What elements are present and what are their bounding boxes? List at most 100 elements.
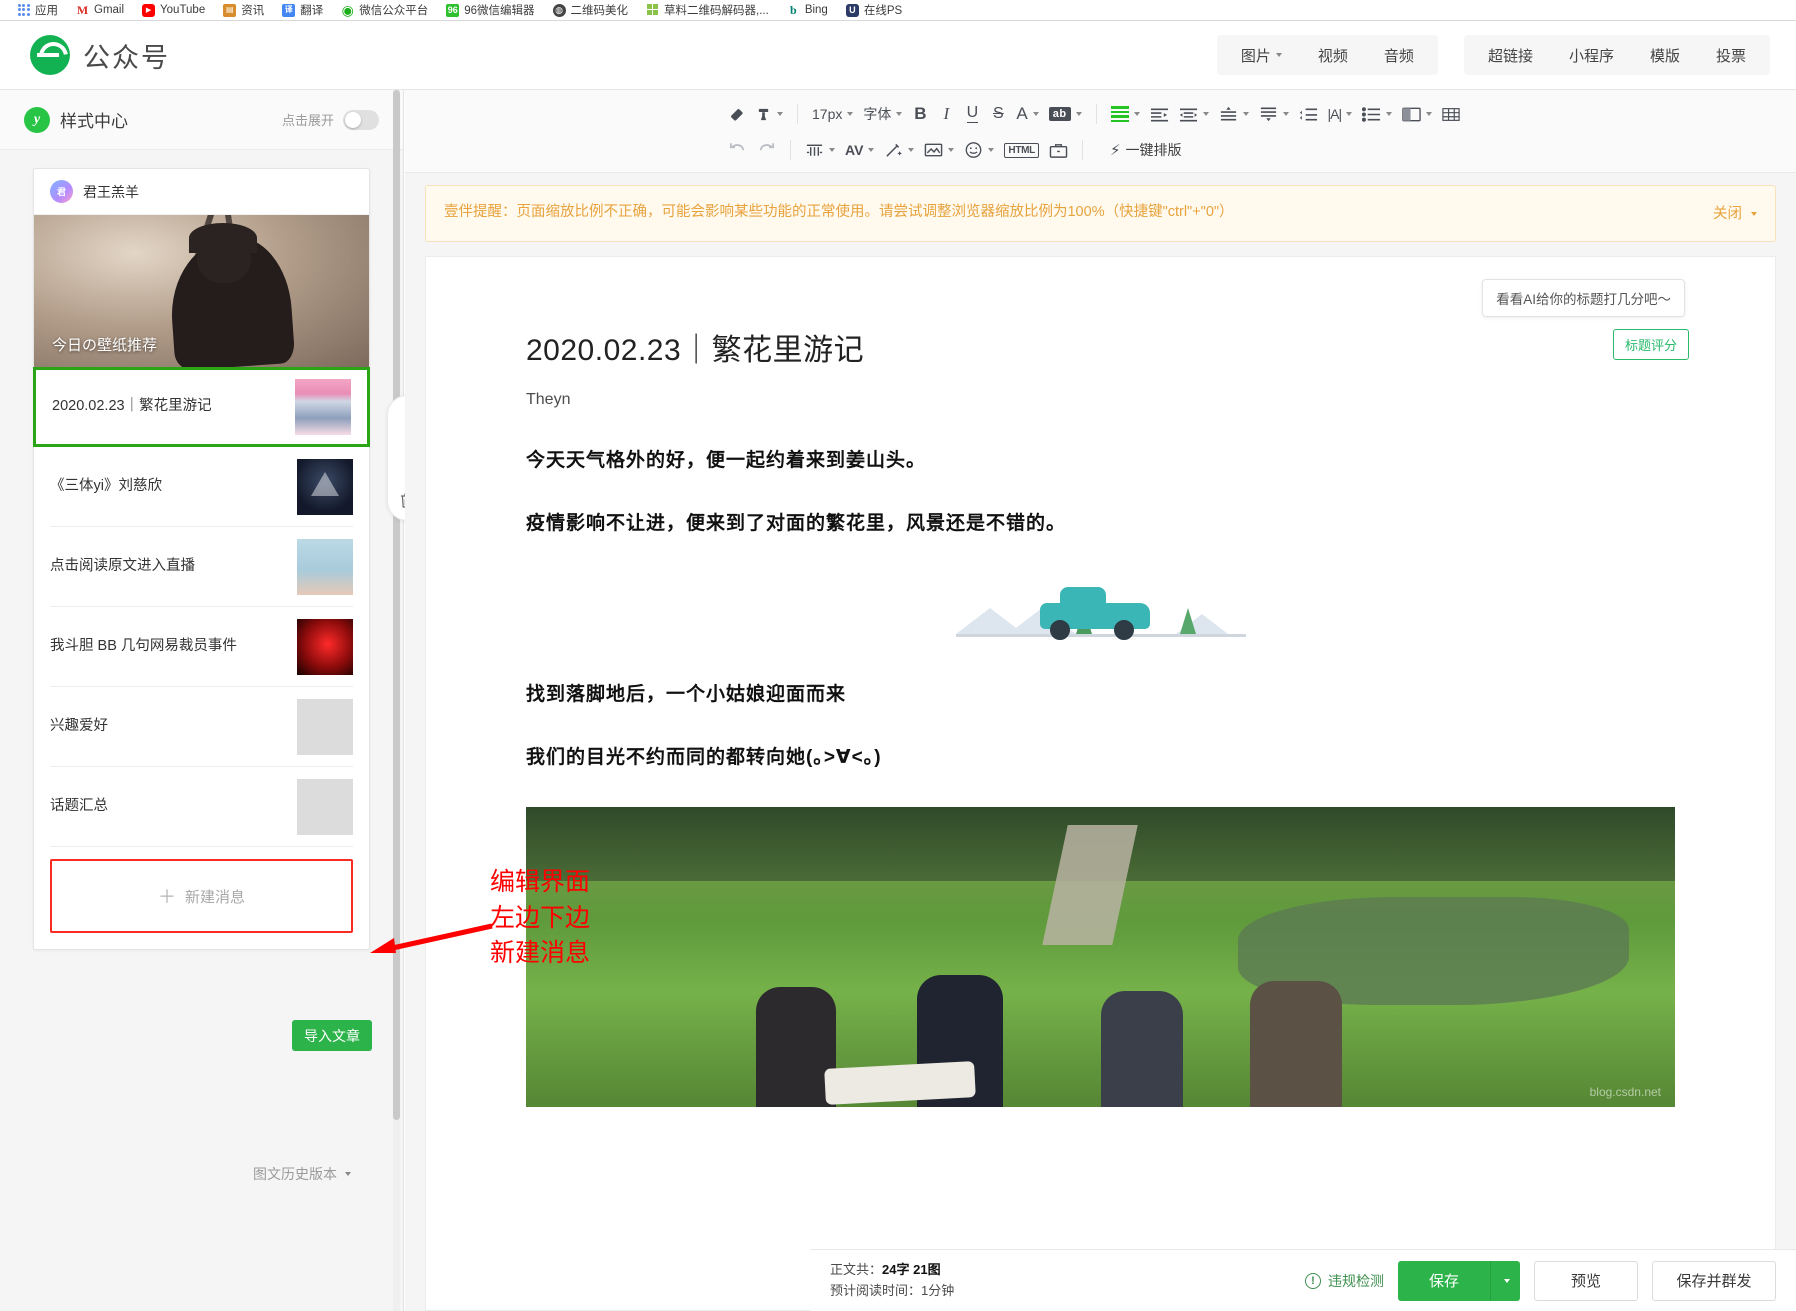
bookmark-qrcode-beautify[interactable]: ◍ 二维码美化 [544,2,638,18]
indent-increase-icon[interactable] [1145,99,1174,129]
save-button[interactable]: 保存 [1398,1260,1490,1301]
scrollbar-thumb[interactable] [393,90,400,1120]
magic-wand-icon[interactable] [879,135,919,165]
new-message-button[interactable]: ＋ 新建消息 [50,859,353,933]
bookmark-news[interactable]: ▤ 资讯 [214,2,273,18]
title-score-button[interactable]: 标题评分 [1612,329,1689,360]
style-center-bar[interactable]: y 样式中心 点击展开 [0,90,403,150]
chevron-down-icon [777,112,783,116]
bookmark-label: 草料二维码解码器,... [664,5,769,17]
brand[interactable]: 公众号 [30,35,170,75]
document-author[interactable]: Theyn [526,391,1675,409]
toolbox-icon[interactable] [1044,135,1073,165]
document-paragraph[interactable]: 找到落脚地后，一个小姑娘迎面而来 [526,679,1675,706]
chevron-down-icon [868,148,875,152]
bookmark-caoliao-qr[interactable]: 草料二维码解码器,... [637,2,778,18]
preview-button[interactable]: 预览 [1534,1260,1638,1301]
article-item[interactable]: 点击阅读原文进入直播 [34,527,369,607]
bottom-bar-actions: ! 违规检测 保存 预览 保存并群发 [1305,1260,1776,1301]
cover-image[interactable]: 今日の壁纸推荐 [34,215,369,367]
align-icon[interactable] [1106,99,1145,129]
emoji-icon[interactable] [959,135,999,165]
menu-item-template[interactable]: 模版 [1632,35,1698,75]
wechat-icon: ◉ [341,2,355,18]
article-item[interactable]: 话题汇总 [34,767,369,847]
bookmark-bing[interactable]: b Bing [778,3,837,17]
warning-close-button[interactable]: 关闭 [1713,200,1757,227]
clear-format-icon[interactable] [723,99,750,129]
insert-image-icon[interactable] [919,135,959,165]
import-article-button[interactable]: 导入文章 [292,1020,372,1051]
menu-item-video[interactable]: 视频 [1300,35,1366,75]
list-icon[interactable] [1357,99,1397,129]
table-icon[interactable] [1437,99,1465,129]
chevron-down-icon [1346,112,1353,116]
left-panel-scrollbar[interactable] [393,90,400,1311]
youtube-icon: ▶ [142,3,156,17]
chevron-down-icon [908,148,915,152]
menu-item-image[interactable]: 图片 [1223,35,1300,75]
document-body[interactable]: 2020.02.23｜繁花里游记 Theyn 今天天气格外的好，便一起约着来到姜… [426,257,1775,1107]
highlight-color-icon[interactable]: ab [1044,99,1087,129]
document-paragraph[interactable]: 疫情影响不让进，便来到了对面的繁花里，风景还是不错的。 [526,508,1675,535]
new-message-label: 新建消息 [184,888,245,906]
menu-item-vote[interactable]: 投票 [1698,35,1764,75]
format-brush-icon[interactable] [750,99,788,129]
save-and-send-button[interactable]: 保存并群发 [1652,1260,1776,1301]
redo-icon[interactable] [752,135,781,165]
warning-text: 壹伴提醒：页面缩放比例不正确，可能会影响某些功能的正常使用。请尝试调整浏览器缩放… [444,204,1234,220]
avatar: 君 [50,180,73,203]
column-icon[interactable] [800,135,840,165]
menu-item-hyperlink[interactable]: 超链接 [1470,35,1551,75]
paragraph-spacing-icon[interactable] [1214,99,1254,129]
history-version-link[interactable]: 图文历史版本 [253,1164,351,1184]
bookmark-96editor[interactable]: 96 96微信编辑器 [437,2,543,18]
bookmark-online-ps[interactable]: U 在线PS [837,2,911,18]
article-thumbnail [297,619,353,675]
document-paragraph[interactable]: 今天天气格外的好，便一起约着来到姜山头。 [526,445,1675,472]
kerning-icon[interactable]: AV [840,135,879,165]
bookmark-apps[interactable]: 应用 [8,2,67,18]
html-icon[interactable]: HTML [999,135,1044,165]
bookmark-youtube[interactable]: ▶ YouTube [133,3,214,17]
violation-check-button[interactable]: ! 违规检测 [1305,1271,1384,1291]
font-family-value: 字体 [863,106,892,122]
article-item[interactable]: 兴趣爱好 [34,687,369,767]
article-thumbnail [297,779,353,835]
strikethrough-icon[interactable]: S [985,99,1011,129]
menu-item-audio[interactable]: 音频 [1366,35,1432,75]
text-direction-icon[interactable]: |A| [1323,99,1358,129]
onekey-format-button[interactable]: ⚡ 一键排版 [1110,140,1187,160]
menu-label: 图片 [1240,47,1271,65]
article-item[interactable]: 《三体yi》刘慈欣 [34,447,369,527]
font-size-select[interactable]: 17px [807,99,858,129]
article-item-selected[interactable]: 2020.02.23｜繁花里游记 [33,367,370,447]
bookmark-gmail[interactable]: M Gmail [67,3,133,17]
menu-item-miniprogram[interactable]: 小程序 [1551,35,1632,75]
bold-icon[interactable]: B [907,99,933,129]
bookmark-translate[interactable]: 译 翻译 [273,2,332,18]
news-icon: ▤ [223,3,237,17]
document-photo[interactable]: blog.csdn.net [526,807,1675,1107]
save-options-button[interactable] [1490,1260,1520,1301]
line-height-icon[interactable] [1254,99,1294,129]
editor-toolbar: 17px 字体 B I U S A ab |A| AV HTML ⚡ 一键排版 [405,90,1796,173]
underline-icon[interactable]: U [959,99,985,129]
article-item[interactable]: 我斗胆 BB 几句网易裁员事件 [34,607,369,687]
italic-icon[interactable]: I [933,99,959,129]
article-title: 2020.02.23｜繁花里游记 [52,398,212,415]
document-title[interactable]: 2020.02.23｜繁花里游记 [526,325,1675,369]
bolt-icon: ⚡ [1110,142,1121,159]
undo-icon[interactable] [723,135,752,165]
word-count-line1: 正文共：24字 21图 [830,1260,954,1281]
document-paragraph[interactable]: 我们的目光不约而同的都转向她(｡>∀<｡) [526,742,1675,769]
text-color-icon[interactable]: A [1011,99,1043,129]
letter-spacing-icon[interactable] [1294,99,1323,129]
indent-decrease-icon[interactable] [1174,99,1214,129]
layout-icon[interactable] [1397,99,1437,129]
article-canvas[interactable]: 看看AI给你的标题打几分吧～ 标题评分 2020.02.23｜繁花里游记 The… [425,256,1776,1311]
bookmark-wechat-mp[interactable]: ◉ 微信公众平台 [332,2,437,18]
font-family-select[interactable]: 字体 [858,99,907,129]
onekey-label: 一键排版 [1125,142,1182,158]
style-center-toggle[interactable] [343,109,379,130]
